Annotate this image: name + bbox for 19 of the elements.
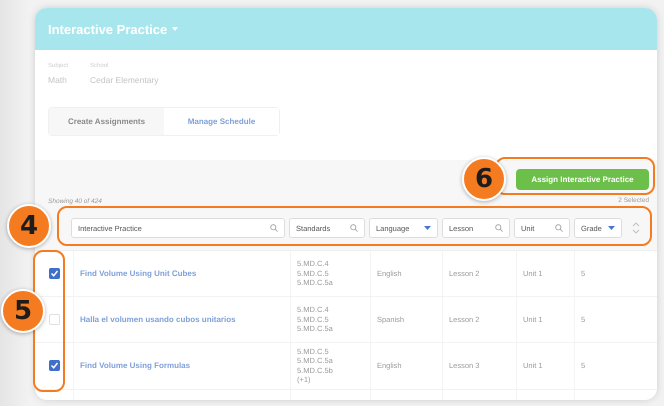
assign-button[interactable]: Assign Interactive Practice: [516, 169, 649, 190]
search-icon: [350, 224, 358, 232]
caret-icon[interactable]: [172, 27, 178, 31]
field-value: Cedar Elementary: [90, 75, 159, 85]
step-number-badge: 4: [7, 204, 51, 248]
search-icon: [495, 224, 503, 232]
activity-title-link[interactable]: Halla el volumen usando cubos unitarios: [80, 315, 236, 324]
caret-icon: [424, 226, 431, 230]
tab[interactable]: Create Assignments: [49, 108, 164, 135]
activity-title-link[interactable]: Find Volume Using Unit Cubes: [80, 269, 196, 278]
sort-icon[interactable]: [632, 221, 640, 235]
field-value: Math: [48, 75, 68, 85]
activity-title-link[interactable]: Find Volume Using Formulas: [80, 361, 190, 370]
row-checkbox[interactable]: [48, 360, 60, 372]
caret-icon: [608, 226, 615, 230]
row-checkbox[interactable]: [48, 268, 60, 279]
search-icon: [555, 224, 563, 232]
search-icon: [270, 224, 278, 232]
step-number-badge: 5: [1, 289, 45, 333]
